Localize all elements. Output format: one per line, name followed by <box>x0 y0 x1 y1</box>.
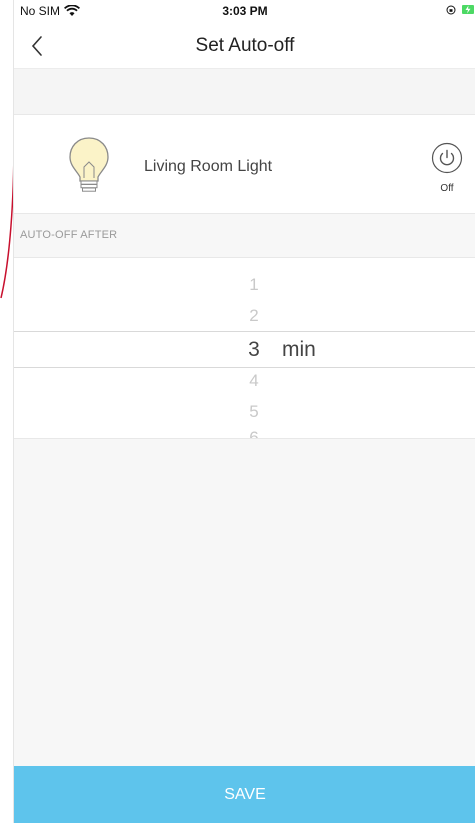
power-icon[interactable] <box>431 142 463 174</box>
light-bulb-icon <box>69 137 109 192</box>
picker-option[interactable]: 2 <box>239 306 269 326</box>
battery-charging-icon <box>462 5 474 14</box>
status-right <box>446 4 474 15</box>
left-margin <box>0 0 12 823</box>
picker-option[interactable]: 5 <box>239 402 269 422</box>
spacer-band <box>14 69 475 115</box>
device-name: Living Room Light <box>144 158 273 175</box>
duration-picker[interactable]: 1 2 3 min 4 5 6 <box>14 258 475 439</box>
navigation-bar: Set Auto-off <box>14 24 475 69</box>
picker-option[interactable]: 6 <box>239 428 269 438</box>
section-label: AUTO-OFF AFTER <box>20 229 118 241</box>
device-row: Living Room Light Off <box>14 115 475 214</box>
phone-screen: No SIM 3:03 PM Set Auto-off Living Room … <box>13 0 475 823</box>
status-bar: No SIM 3:03 PM <box>14 0 475 24</box>
picker-option[interactable]: 1 <box>239 275 269 295</box>
section-header: AUTO-OFF AFTER <box>14 214 475 258</box>
picker-unit-label: min <box>282 338 316 361</box>
orientation-lock-icon <box>446 5 456 14</box>
picker-option[interactable]: 4 <box>239 371 269 391</box>
page-title: Set Auto-off <box>195 35 295 56</box>
save-button[interactable]: SAVE <box>14 766 475 823</box>
status-time: 3:03 PM <box>222 4 268 18</box>
power-status-label: Off <box>440 183 454 194</box>
picker-option-selected[interactable]: 3 <box>239 338 269 362</box>
